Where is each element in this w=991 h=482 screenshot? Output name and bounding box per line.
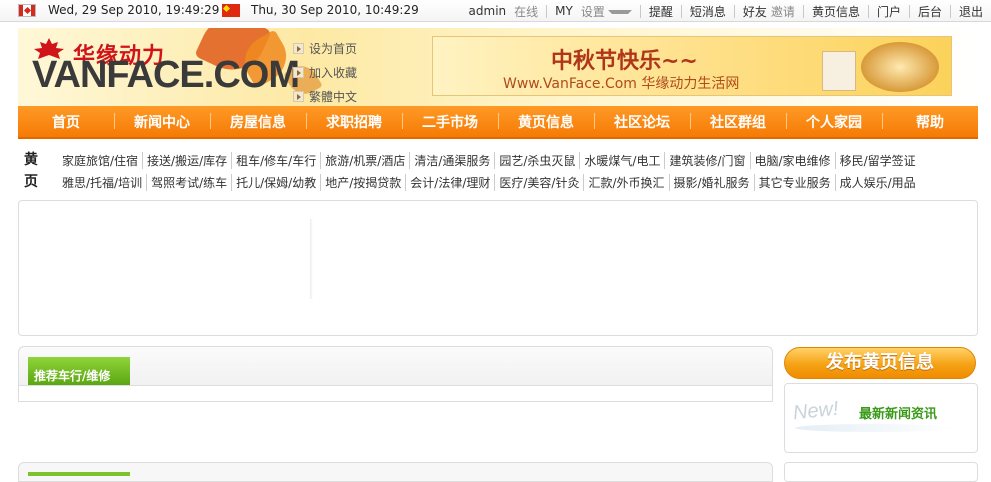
yellow-pages-categories: 黄页 家庭旅馆/住宿 接送/搬运/库存 租车/修车/车行 旅游/机票/酒店 清洁… [18,146,978,194]
banner-title: 中秋节快乐~~ [551,49,698,74]
mooncake-box-image [822,51,856,91]
category-link[interactable]: 驾照考试/练车 [146,174,231,191]
category-link[interactable]: 地产/按揭贷款 [320,174,405,191]
category-link[interactable]: 医疗/美容/针灸 [494,174,583,191]
category-row: 家庭旅馆/住宿 接送/搬运/库存 租车/修车/车行 旅游/机票/酒店 清洁/通渠… [58,152,920,169]
category-link[interactable]: 园艺/杀虫灭鼠 [494,152,579,169]
yellow-pages-label: 黄页 [24,152,38,190]
user-links: admin 在线 MY 设置 提醒 短消息 好友 邀请 黄页信息 门户 后台 退… [461,0,991,22]
latest-news-panel: New! 最新新闻资讯 [784,383,978,453]
mooncake-image [861,42,939,92]
panel-divider [310,219,313,299]
divider [19,385,772,386]
latest-news-title[interactable]: 最新新闻资讯 [859,403,937,422]
category-link[interactable]: 接送/搬运/库存 [142,152,231,169]
category-link[interactable]: 会计/法律/理财 [405,174,494,191]
category-link[interactable]: 成人娱乐/用品 [834,174,920,191]
publish-yellowpage-button[interactable]: 发布黄页信息 [784,347,976,379]
main-nav: 首页 新闻中心 房屋信息 求职招聘 二手市场 黄页信息 社区论坛 社区群组 个人… [18,106,978,139]
mid-autumn-banner[interactable]: 中秋节快乐~~ Www.VanFace.Com 华缘动力生活网 [432,36,952,96]
remind-link[interactable]: 提醒 [641,3,681,20]
nav-groups[interactable]: 社区群组 [690,112,786,132]
category-link[interactable]: 家庭旅馆/住宿 [58,152,142,169]
category-link[interactable]: 汇款/外币换汇 [583,174,668,191]
online-status[interactable]: 在线 [514,3,546,20]
portal-link[interactable]: 门户 [869,3,909,20]
play-icon [293,43,304,54]
invite-link[interactable]: 邀请 [771,3,803,20]
category-link[interactable]: 雅思/托福/培训 [58,174,146,191]
traditional-chinese-label: 繁體中文 [309,90,358,104]
china-flag-icon [222,4,240,17]
category-row: 雅思/托福/培训 驾照考试/练车 托儿/保姆/幼教 地产/按揭贷款 会计/法律/… [58,174,920,191]
category-link[interactable]: 其它专业服务 [753,174,835,191]
tab-recommended-car-repair[interactable]: 推荐车行/维修 [28,357,130,386]
play-icon [293,91,304,102]
play-icon [293,67,304,78]
logo-english[interactable]: VANFACE.COM [32,54,300,97]
nav-news-center[interactable]: 新闻中心 [114,112,210,132]
featured-panel [18,200,978,336]
logout-link[interactable]: 退出 [951,3,991,20]
category-link[interactable]: 建筑装修/门窗 [664,152,749,169]
add-favorite-label: 加入收藏 [309,66,358,80]
canada-time: Wed, 29 Sep 2010, 19:49:29 [48,3,220,17]
nav-help[interactable]: 帮助 [882,112,978,132]
site-header: 华缘动力 VANFACE.COM 设为首页 加入收藏 繁體中文 中秋节快乐~~ … [18,28,978,106]
category-link[interactable]: 摄影/婚礼服务 [668,174,754,191]
friends-link[interactable]: 好友 [735,3,771,20]
category-link[interactable]: 租车/修车/车行 [231,152,320,169]
new-badge: New! [791,397,840,425]
wave-decoration [795,424,955,432]
set-homepage-label: 设为首页 [309,42,358,56]
messages-link[interactable]: 短消息 [682,3,734,20]
nav-forum[interactable]: 社区论坛 [594,112,690,132]
recommended-panel: 推荐车行/维修 [18,346,773,402]
chevron-down-icon [607,9,632,14]
banner-subtitle: Www.VanFace.Com 华缘动力生活网 [503,76,740,92]
add-favorite-link[interactable]: 加入收藏 [293,64,357,81]
yellowpage-info-link[interactable]: 黄页信息 [804,3,868,20]
sidebar-next-panel [784,462,978,482]
category-link[interactable]: 旅游/机票/酒店 [320,152,409,169]
settings-menu[interactable]: 设置 [581,3,640,20]
quick-links: 设为首页 加入收藏 繁體中文 [293,40,357,105]
category-link[interactable]: 托儿/保姆/幼教 [231,174,320,191]
canada-flag-icon [18,4,36,17]
admin-link[interactable]: 后台 [910,3,950,20]
category-link[interactable]: 电脑/家电维修 [749,152,835,169]
nav-jobs[interactable]: 求职招聘 [306,112,402,132]
nav-yellow-pages[interactable]: 黄页信息 [498,112,594,132]
nav-second-hand[interactable]: 二手市场 [402,112,498,132]
china-time: Thu, 30 Sep 2010, 10:49:29 [251,3,419,17]
username-link[interactable]: admin [461,4,515,18]
my-link[interactable]: MY [547,4,581,18]
set-homepage-link[interactable]: 设为首页 [293,40,357,57]
settings-label: 设置 [580,4,605,19]
top-bar: Wed, 29 Sep 2010, 19:49:29 Thu, 30 Sep 2… [0,0,991,22]
category-link[interactable]: 水暖煤气/电工 [579,152,664,169]
category-link[interactable]: 移民/留学签证 [834,152,920,169]
traditional-chinese-link[interactable]: 繁體中文 [293,88,357,105]
nav-housing[interactable]: 房屋信息 [210,112,306,132]
nav-personal-home[interactable]: 个人家园 [786,112,882,132]
category-link[interactable]: 清洁/通渠服务 [409,152,494,169]
next-panel [18,462,773,482]
nav-home[interactable]: 首页 [18,112,114,132]
